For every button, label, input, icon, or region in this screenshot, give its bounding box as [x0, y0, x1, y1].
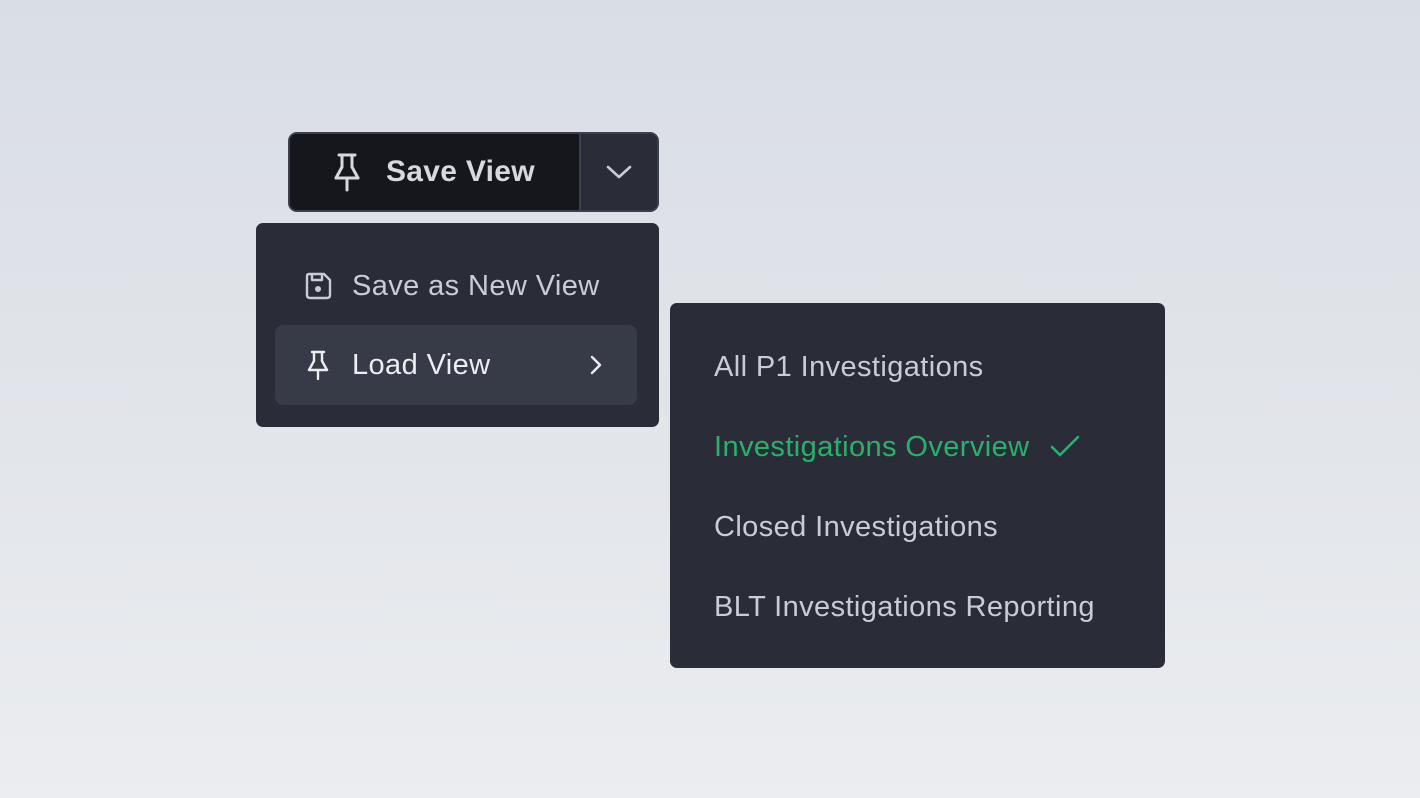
load-view-submenu: All P1 Investigations Investigations Ove… [670, 303, 1165, 668]
view-option-label: All P1 Investigations [714, 350, 984, 383]
view-option-all-p1-investigations[interactable]: All P1 Investigations [714, 347, 984, 387]
menu-item-label: Load View [352, 348, 491, 381]
chevron-down-icon [606, 165, 632, 179]
save-view-dropdown-toggle[interactable] [581, 134, 657, 210]
view-option-blt-investigations-reporting[interactable]: BLT Investigations Reporting [714, 587, 1095, 627]
view-option-investigations-overview[interactable]: Investigations Overview [714, 427, 1081, 467]
view-option-label: Investigations Overview [714, 430, 1030, 463]
view-option-label: Closed Investigations [714, 510, 999, 543]
pin-icon [307, 350, 329, 381]
save-view-label: Save View [386, 155, 535, 188]
save-disk-icon [305, 272, 332, 300]
save-view-button[interactable]: Save View [290, 134, 581, 210]
view-option-label: BLT Investigations Reporting [714, 590, 1095, 623]
menu-item-label: Save as New View [352, 269, 600, 302]
menu-item-load-view[interactable]: Load View [275, 325, 637, 405]
check-icon [1051, 435, 1080, 457]
chevron-right-icon [590, 355, 602, 375]
pin-icon [334, 153, 360, 192]
save-view-split-button: Save View [288, 132, 659, 212]
save-view-menu: Save as New View Load View [256, 223, 659, 427]
view-option-closed-investigations[interactable]: Closed Investigations [714, 507, 998, 547]
menu-item-save-as-new-view[interactable]: Save as New View [275, 246, 637, 326]
